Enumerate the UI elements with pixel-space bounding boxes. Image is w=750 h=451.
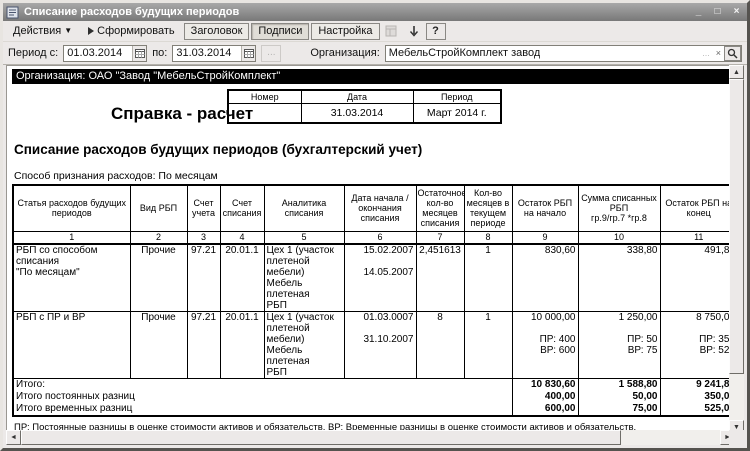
vertical-scrollbar[interactable]: ▲ ▼: [729, 65, 744, 434]
horizontal-scrollbar[interactable]: ◄ ►: [6, 430, 735, 445]
close-button[interactable]: ×: [729, 6, 744, 19]
period-to-input[interactable]: 31.03.2014: [172, 44, 257, 62]
go-to-icon[interactable]: [404, 23, 424, 40]
signatures-toggle-button[interactable]: Подписи: [251, 22, 310, 40]
settings-button[interactable]: Настройка: [311, 22, 380, 40]
filter-toolbar: Период с: 01.03.2014 по: 31.03.2014 ... …: [3, 42, 747, 65]
scroll-left-icon[interactable]: ◄: [6, 430, 21, 445]
totals-row: Итого: 10 830,60 1 588,80 9 241,80: [12, 378, 734, 391]
search-icon[interactable]: [724, 45, 741, 61]
titlebar: Списание расходов будущих периодов _ □ ×: [3, 3, 747, 21]
organization-input[interactable]: МебельСтройКомплект завод ... ×: [384, 44, 742, 62]
main-toolbar: Действия ▼ Сформировать Заголовок Подписи…: [3, 21, 747, 42]
org-more-button[interactable]: ...: [699, 48, 713, 58]
main-table: Статья расходов будущих периодов Вид РБП …: [12, 184, 734, 417]
period-from-label: Период с:: [8, 47, 59, 59]
report-title: Списание расходов будущих периодов (бухг…: [14, 142, 423, 157]
scroll-up-icon[interactable]: ▲: [729, 65, 744, 79]
vertical-scroll-thumb[interactable]: [729, 79, 744, 374]
ref-value-date: 31.03.2014: [300, 103, 414, 123]
column-numbers-row: 12 34 56 78 9 10 11: [12, 230, 734, 245]
resize-corner: [729, 430, 744, 445]
period-more-button[interactable]: ...: [261, 44, 282, 62]
window-title: Списание расходов будущих периодов: [24, 6, 240, 18]
ref-header-date: Дата: [300, 89, 414, 104]
play-icon: [88, 26, 95, 35]
horizontal-scroll-thumb[interactable]: [21, 430, 621, 445]
table-row[interactable]: РБП со способом списания "По месяцам" Пр…: [12, 243, 734, 312]
report-canvas: Организация: ОАО "Завод "МебельСтройКомп…: [6, 65, 735, 434]
ref-header-number: Номер: [227, 89, 302, 104]
app-window: Списание расходов будущих периодов _ □ ×…: [0, 0, 750, 451]
table-row[interactable]: РБП с ПР и ВР Прочие 97.21 20.01.1 Цех 1…: [12, 310, 734, 379]
calendar-icon[interactable]: [241, 45, 256, 61]
period-from-input[interactable]: 01.03.2014: [63, 44, 148, 62]
actions-button[interactable]: Действия ▼: [6, 23, 79, 40]
fix-header-icon[interactable]: [382, 23, 402, 40]
totals-row: Итого временных разниц 600,00 75,00 525,…: [12, 402, 734, 416]
header-row: Статья расходов будущих периодов Вид РБП …: [12, 184, 734, 232]
ref-header-period: Период: [412, 89, 502, 104]
method-line: Способ признания расходов: По месяцам: [14, 170, 218, 182]
maximize-button[interactable]: □: [710, 6, 725, 19]
header-toggle-button[interactable]: Заголовок: [183, 22, 250, 40]
ref-value-number: [227, 103, 302, 123]
org-clear-icon[interactable]: ×: [713, 48, 724, 58]
ref-calc-section: Справка - расчет Номер Дата Период 31.03…: [11, 84, 732, 138]
period-to-label: по:: [152, 47, 168, 59]
generate-button[interactable]: Сформировать: [81, 23, 182, 40]
organization-label: Организация:: [310, 47, 380, 59]
help-button[interactable]: ?: [425, 22, 446, 40]
totals-row: Итого постоянных разниц 400,00 50,00 350…: [12, 390, 734, 403]
ref-value-period: Март 2014 г.: [412, 103, 502, 123]
calendar-icon[interactable]: [132, 45, 147, 61]
report-area: Организация: ОАО "Завод "МебельСтройКомп…: [6, 65, 744, 445]
chevron-down-icon: ▼: [64, 25, 73, 35]
ref-table: Номер Дата Период 31.03.2014 Март 2014 г…: [227, 89, 502, 124]
report-icon: [6, 6, 20, 19]
org-header-bar: Организация: ОАО "Завод "МебельСтройКомп…: [12, 69, 730, 84]
minimize-button[interactable]: _: [691, 6, 706, 19]
